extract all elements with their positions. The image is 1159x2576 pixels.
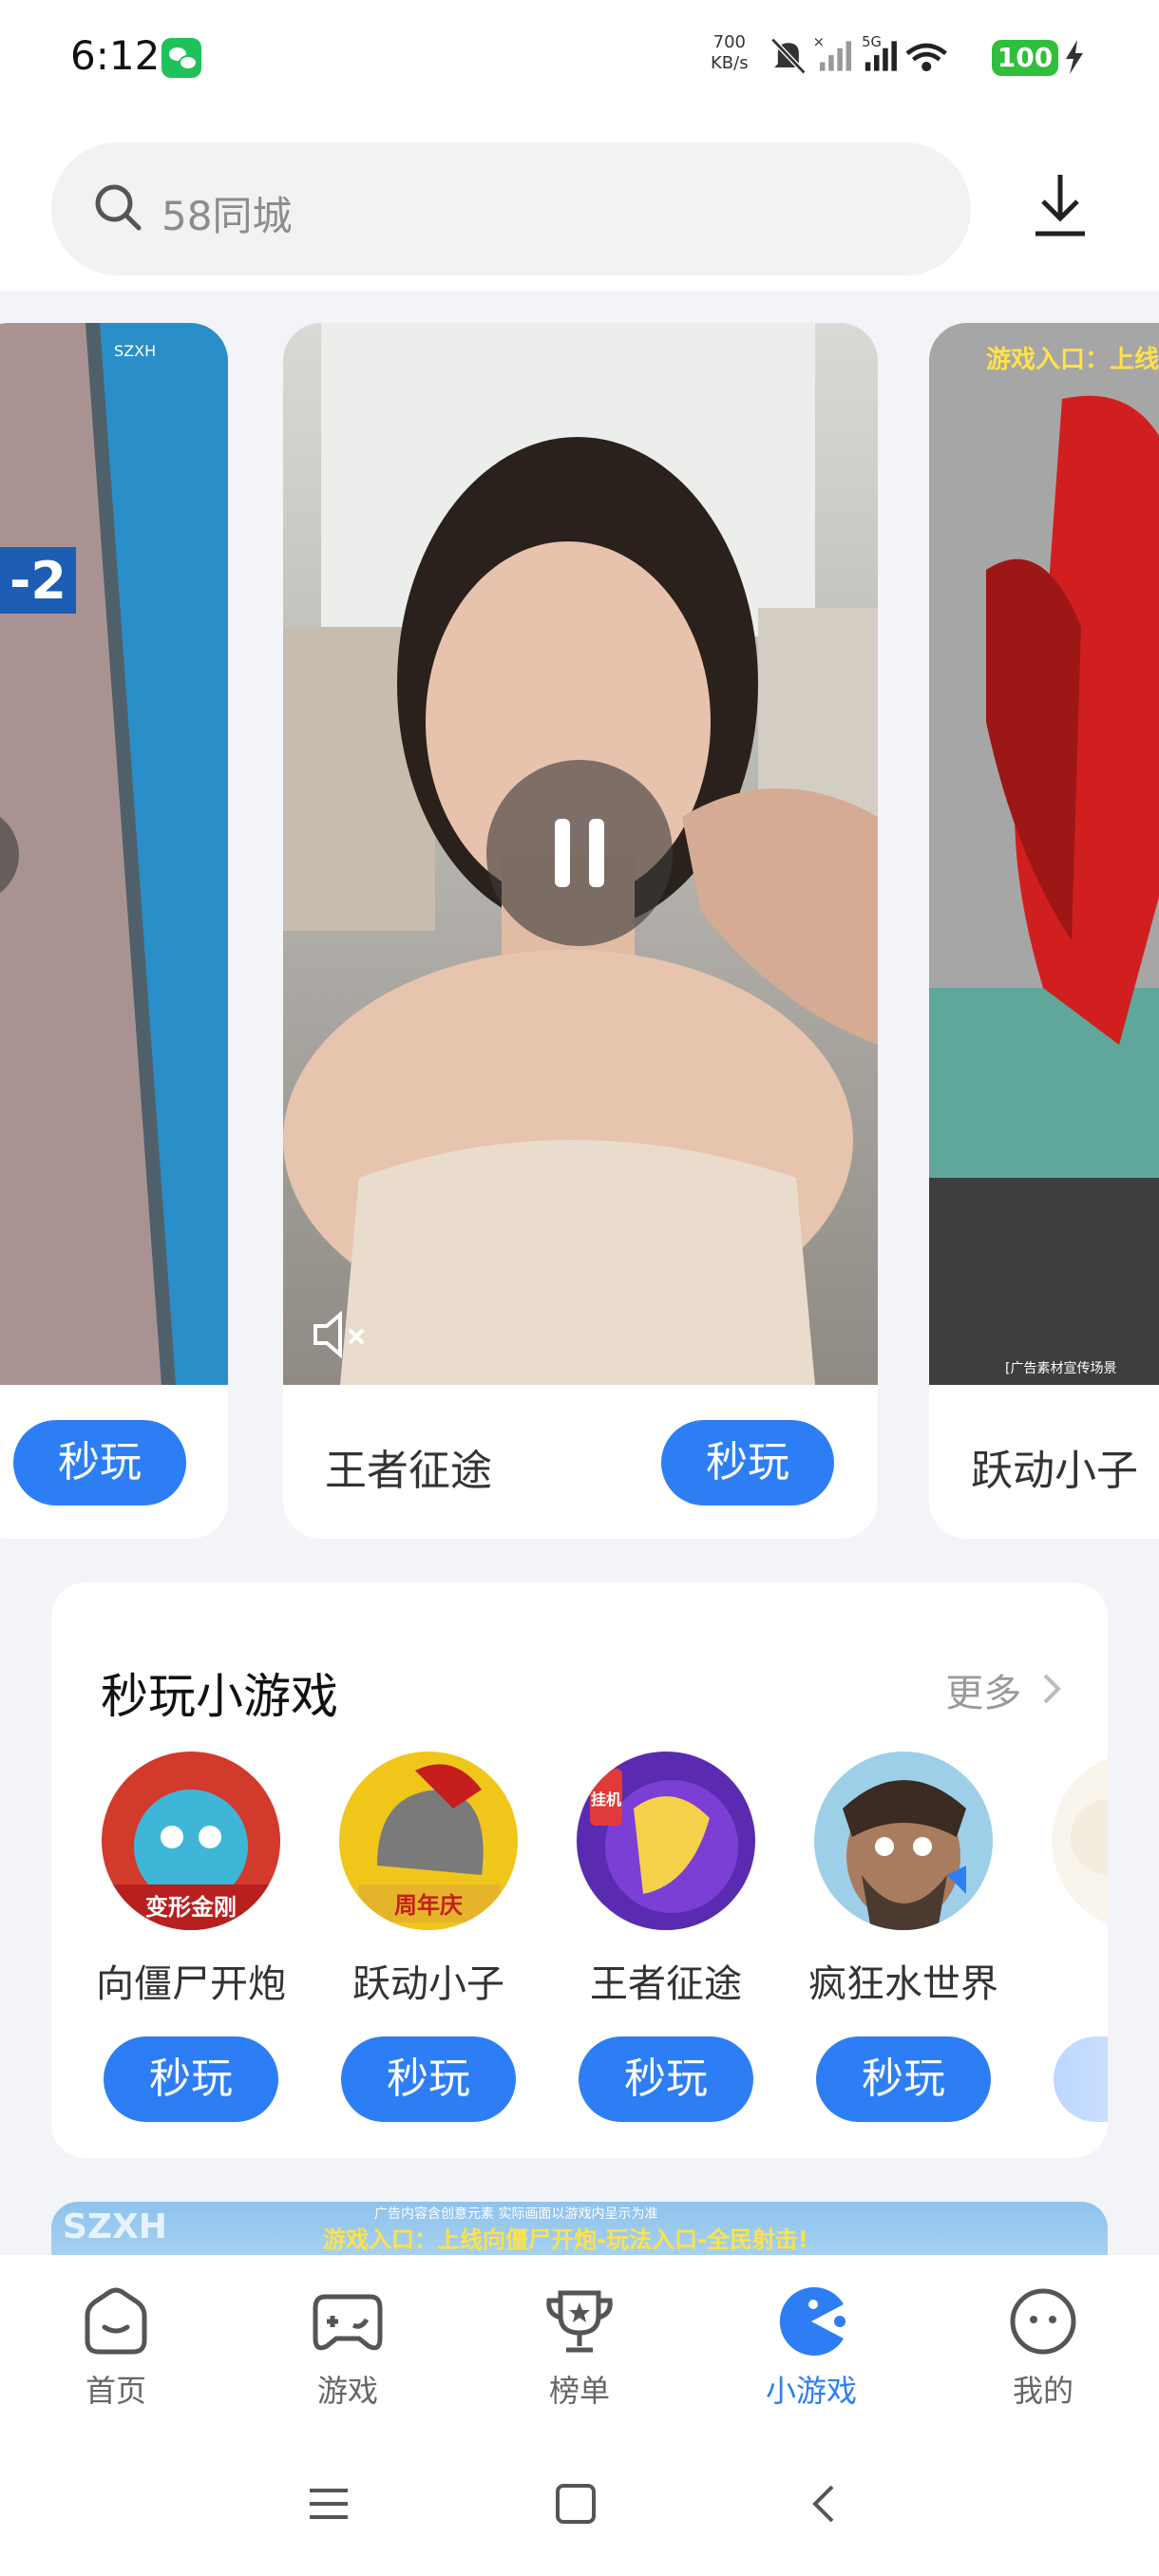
game-icon[interactable]: 变形金刚 [102, 1752, 280, 1930]
tab-mini-games[interactable]: 小游戏 [735, 2283, 887, 2411]
trophy-icon [546, 2290, 613, 2353]
wechat-icon [162, 38, 201, 78]
search-input[interactable]: 58同城 [51, 142, 971, 275]
network-label: 5G [862, 34, 882, 50]
status-icons: × 5G [770, 34, 947, 75]
gamepad-icon [313, 2294, 383, 2351]
card-watermark: SZXH [114, 342, 157, 360]
bottom-tab-bar: 首页 游戏 榜单 小游戏 我的 [0, 2255, 1159, 2445]
tab-label: 小游戏 [765, 2373, 857, 2409]
home-icon [85, 2287, 147, 2355]
svg-text:×: × [813, 34, 825, 50]
game-icon[interactable] [1052, 1752, 1108, 1930]
game-icon[interactable]: 周年庆 [339, 1752, 518, 1930]
top-area: 6:12 700 KB/s × 5G 100 58同城 [0, 0, 1159, 291]
game-card-center[interactable]: 王者征途 秒玩 [283, 323, 878, 1539]
home-square-icon[interactable] [555, 2483, 597, 2525]
instant-play-button[interactable]: 秒玩 [13, 1420, 186, 1506]
game-title: 王者征途 [325, 1447, 492, 1495]
panel-title: 秒玩小游戏 [101, 1669, 338, 1724]
net-speed: 700 KB/s [711, 32, 749, 74]
tab-label: 首页 [85, 2373, 146, 2409]
game-name: 王者征途 [590, 1962, 742, 2006]
tab-home[interactable]: 首页 [40, 2283, 192, 2411]
status-bar: 6:12 700 KB/s × 5G 100 [0, 0, 1159, 114]
signal-no-service-icon: × [813, 34, 852, 71]
pause-icon[interactable] [486, 760, 673, 946]
banner-note: 广告内容含创意元素 实际画面以游戏内呈示为准 [374, 2207, 658, 2222]
net-speed-unit: KB/s [711, 53, 749, 73]
instant-play-button[interactable]: 秒玩 [661, 1420, 834, 1506]
tab-label: 游戏 [316, 2373, 378, 2409]
battery-indicator: 100 [992, 40, 1058, 76]
game-video-thumbnail[interactable] [929, 323, 1159, 1385]
game-icon[interactable]: 挂机 [577, 1752, 755, 1930]
bell-muted-icon [770, 37, 807, 75]
instant-play-button[interactable] [1054, 2036, 1108, 2122]
tab-rankings[interactable]: 榜单 [504, 2283, 656, 2411]
tab-label: 榜单 [548, 2373, 610, 2409]
tab-games[interactable]: 游戏 [272, 2283, 424, 2411]
chevron-right-icon [1043, 1674, 1061, 1704]
tab-profile[interactable]: 我的 [967, 2283, 1119, 2411]
game-name: 疯狂水世界 [808, 1962, 998, 2006]
game-item[interactable]: 寻 [1032, 1752, 1108, 2122]
system-nav-bar [0, 2445, 1159, 2576]
download-icon[interactable] [1032, 171, 1089, 239]
instant-play-button[interactable]: 秒玩 [341, 2036, 516, 2122]
wifi-icon [905, 43, 947, 72]
game-item[interactable]: 变形金刚 向僵尸开炮 秒玩 [82, 1752, 300, 2122]
instant-play-button[interactable]: 秒玩 [104, 2036, 278, 2122]
svg-text:-2: -2 [10, 551, 66, 611]
game-name: 寻 [1032, 1953, 1108, 2008]
mute-icon[interactable] [312, 1311, 370, 1358]
game-badge: 挂机 [591, 1790, 621, 1809]
card-banner: 游戏入口：上线跃 [986, 346, 1159, 374]
game-title: 跃动小子 [971, 1447, 1138, 1495]
game-name: 跃动小子 [352, 1962, 504, 2006]
game-card-left[interactable]: -2 SZXH 秒玩 [0, 323, 228, 1539]
game-icon[interactable] [814, 1752, 993, 1930]
search-placeholder: 58同城 [162, 193, 293, 239]
banner-logo: SZXH [63, 2207, 167, 2246]
charging-icon [1066, 40, 1083, 74]
back-icon[interactable] [804, 2483, 846, 2525]
game-card-right[interactable]: 游戏入口：上线跃 [广告素材宣传场景 跃动小子 [929, 323, 1159, 1539]
game-item[interactable]: 周年庆 跃动小子 秒玩 [319, 1752, 538, 2122]
menu-icon[interactable] [308, 2483, 350, 2525]
promo-banner[interactable]: SZXH 广告内容含创意元素 实际画面以游戏内呈示为准 游戏入口：上线向僵尸开炮… [51, 2202, 1108, 2259]
instant-games-panel: 秒玩小游戏 更多 变形金刚 向僵尸开炮 秒玩 周年庆 跃动小子 秒玩 挂机 王者… [51, 1582, 1108, 2158]
game-item[interactable]: 挂机 王者征途 秒玩 [557, 1752, 775, 2122]
game-video-thumbnail[interactable]: -2 [0, 323, 228, 1385]
game-name: 向僵尸开炮 [96, 1962, 286, 2006]
more-link[interactable]: 更多 [945, 1662, 1062, 1717]
game-badge: 变形金刚 [145, 1894, 237, 1921]
game-badge: 周年庆 [394, 1892, 463, 1919]
more-label: 更多 [945, 1672, 1022, 1715]
tab-label: 我的 [1012, 2373, 1074, 2409]
net-speed-value: 700 [712, 32, 746, 52]
status-time: 6:12 [70, 32, 161, 79]
game-item[interactable]: 疯狂水世界 秒玩 [794, 1752, 1013, 2122]
search-icon [95, 184, 142, 231]
profile-icon [1010, 2288, 1076, 2355]
pacman-icon [779, 2287, 846, 2356]
banner-text: 游戏入口：上线向僵尸开炮-玩法入口-全民射击! [323, 2226, 808, 2253]
instant-play-button[interactable]: 秒玩 [816, 2036, 991, 2122]
instant-play-button[interactable]: 秒玩 [579, 2036, 753, 2122]
